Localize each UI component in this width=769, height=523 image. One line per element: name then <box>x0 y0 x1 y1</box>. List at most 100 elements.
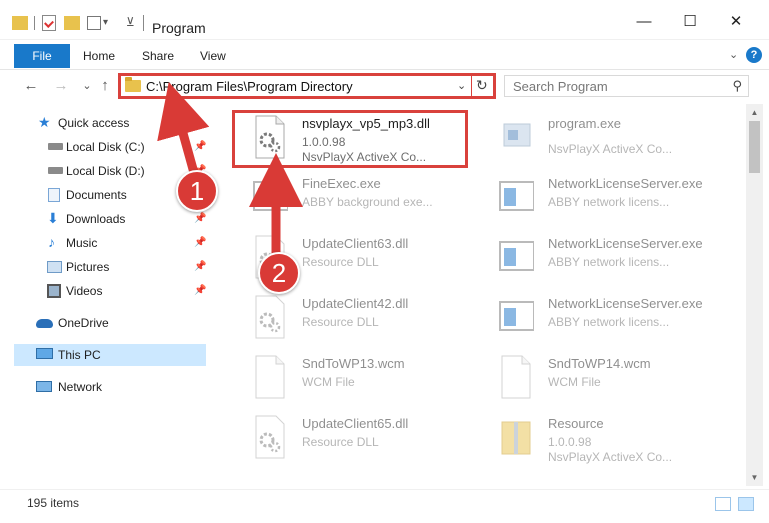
file-item[interactable]: NetworkLicenseServer.exe ABBY network li… <box>480 230 720 288</box>
pictures-icon <box>47 261 62 273</box>
sidebar-item-network[interactable]: Network <box>14 376 206 398</box>
pin-icon[interactable]: 📌 <box>194 237 206 248</box>
title-bar: ▾ ⊻ Program — ☐ ✕ <box>0 0 769 40</box>
up-button[interactable]: ↑ <box>96 78 114 94</box>
close-button[interactable]: ✕ <box>724 12 748 32</box>
divider <box>471 76 472 96</box>
file-description: ABBY network licens... <box>548 255 670 269</box>
highlight-box <box>232 110 468 168</box>
sidebar-item-local-disk-c[interactable]: Local Disk (C:) 📌 <box>14 136 206 158</box>
new-folder-icon[interactable] <box>64 16 80 30</box>
file-item[interactable]: SndToWP13.wcm WCM File <box>234 350 474 408</box>
sidebar-item-label: OneDrive <box>58 316 109 330</box>
file-description: NsvPlayX ActiveX Co... <box>548 450 673 464</box>
window-app-icon <box>252 174 289 220</box>
chevron-down-icon[interactable]: ▾ <box>103 17 113 33</box>
file-name: SndToWP13.wcm <box>302 356 405 371</box>
sidebar-item-label: Music <box>66 236 98 250</box>
scroll-down-icon[interactable]: ▼ <box>746 469 763 486</box>
file-name: UpdateClient63.dll <box>302 236 409 251</box>
properties-icon[interactable] <box>42 15 56 31</box>
sidebar-item-label: This PC <box>58 348 101 362</box>
status-bar: 195 items <box>0 489 769 523</box>
search-icon[interactable]: ⚲ <box>732 78 742 94</box>
address-path[interactable]: C:\Program Files\Program Directory <box>146 79 353 94</box>
customize-toolbar-icon[interactable] <box>87 16 101 30</box>
pin-icon[interactable]: 📌 <box>194 213 206 224</box>
details-view-icon[interactable] <box>715 497 731 511</box>
tab-share[interactable]: Share <box>142 44 174 68</box>
toolbar-dropdown-icon[interactable]: ⊻ <box>126 15 138 31</box>
sidebar-item-onedrive[interactable]: OneDrive <box>14 312 206 334</box>
search-input[interactable]: Search Program ⚲ <box>504 75 749 97</box>
sidebar-item-videos[interactable]: Videos 📌 <box>14 280 206 302</box>
sidebar-item-this-pc[interactable]: This PC <box>14 344 206 366</box>
window-title: Program <box>152 20 206 36</box>
back-button[interactable]: ← <box>22 78 40 94</box>
sidebar-item-label: Videos <box>66 284 103 298</box>
address-row: ← → ⌄ ↑ C:\Program Files\Program Directo… <box>0 70 769 102</box>
dll-file-icon <box>252 294 288 340</box>
file-item[interactable]: Resource 1.0.0.98 NsvPlayX ActiveX Co... <box>480 410 720 468</box>
downloads-icon: ⬇ <box>47 210 59 226</box>
file-name: NetworkLicenseServer.exe <box>548 176 703 191</box>
file-description: WCM File <box>302 375 355 389</box>
sidebar-item-label: Pictures <box>66 260 110 274</box>
cloud-icon <box>36 319 53 328</box>
file-item[interactable]: UpdateClient65.dll Resource DLL <box>234 410 474 468</box>
sidebar-item-local-disk-d[interactable]: Local Disk (D:) 📌 <box>14 160 206 182</box>
search-placeholder: Search Program <box>513 79 608 94</box>
tab-file[interactable]: File <box>14 44 70 68</box>
file-description: ABBY background exe... <box>302 195 433 209</box>
chevron-down-icon[interactable]: ⌄ <box>729 48 743 62</box>
pin-icon[interactable]: 📌 <box>194 141 206 152</box>
forward-button[interactable]: → <box>52 78 70 94</box>
file-item[interactable]: SndToWP14.wcm WCM File <box>480 350 720 408</box>
chevron-down-icon[interactable]: ⌄ <box>457 79 466 92</box>
file-item[interactable]: NetworkLicenseServer.exe ABBY network li… <box>480 170 720 228</box>
sidebar-item-pictures[interactable]: Pictures 📌 <box>14 256 206 278</box>
file-item[interactable]: UpdateClient42.dll Resource DLL <box>234 290 474 348</box>
videos-icon <box>47 284 61 298</box>
tab-view[interactable]: View <box>200 44 226 68</box>
scrollbar-thumb[interactable] <box>749 121 760 173</box>
network-icon <box>36 381 52 392</box>
file-description: Resource DLL <box>302 255 379 269</box>
vertical-scrollbar[interactable]: ▲ ▼ <box>746 104 763 486</box>
window-app-icon <box>498 294 535 340</box>
pin-icon[interactable]: 📌 <box>194 261 206 272</box>
recent-locations-button[interactable]: ⌄ <box>78 78 96 94</box>
minimize-button[interactable]: — <box>632 12 656 32</box>
blank-file-icon <box>252 354 288 400</box>
file-item[interactable]: NetworkLicenseServer.exe ABBY network li… <box>480 290 720 348</box>
blank-file-icon <box>498 354 534 400</box>
file-item[interactable]: program.exe NsvPlayX ActiveX Co... <box>480 110 720 168</box>
help-icon[interactable]: ? <box>746 47 762 63</box>
large-icons-view-icon[interactable] <box>738 497 754 511</box>
item-count: 195 items <box>27 496 80 510</box>
file-description: Resource DLL <box>302 435 379 449</box>
sidebar-item-quick-access[interactable]: ★ Quick access <box>14 112 206 134</box>
file-name: program.exe <box>548 116 621 131</box>
window-app-icon <box>498 174 535 220</box>
sidebar-item-music[interactable]: ♪ Music 📌 <box>14 232 206 254</box>
star-icon: ★ <box>38 114 51 130</box>
folder-icon <box>12 16 28 30</box>
sidebar-item-label: Quick access <box>58 116 130 130</box>
sidebar-item-label: Downloads <box>66 212 126 226</box>
exe-file-icon <box>498 114 534 160</box>
sidebar-item-downloads[interactable]: ⬇ Downloads 📌 <box>14 208 206 230</box>
sidebar-item-label: Local Disk (D:) <box>66 164 145 178</box>
maximize-button[interactable]: ☐ <box>678 12 702 32</box>
window-app-icon <box>498 234 535 280</box>
sidebar-item-label: Documents <box>66 188 127 202</box>
file-description: Resource DLL <box>302 315 379 329</box>
address-bar[interactable]: C:\Program Files\Program Directory ⌄ ↻ <box>118 73 496 99</box>
refresh-icon[interactable]: ↻ <box>476 77 488 94</box>
tab-home[interactable]: Home <box>83 44 115 68</box>
pin-icon[interactable]: 📌 <box>194 285 206 296</box>
file-item[interactable]: FineExec.exe ABBY background exe... <box>234 170 474 228</box>
scroll-up-icon[interactable]: ▲ <box>746 104 763 121</box>
file-name: NetworkLicenseServer.exe <box>548 296 703 311</box>
file-name: FineExec.exe <box>302 176 381 191</box>
